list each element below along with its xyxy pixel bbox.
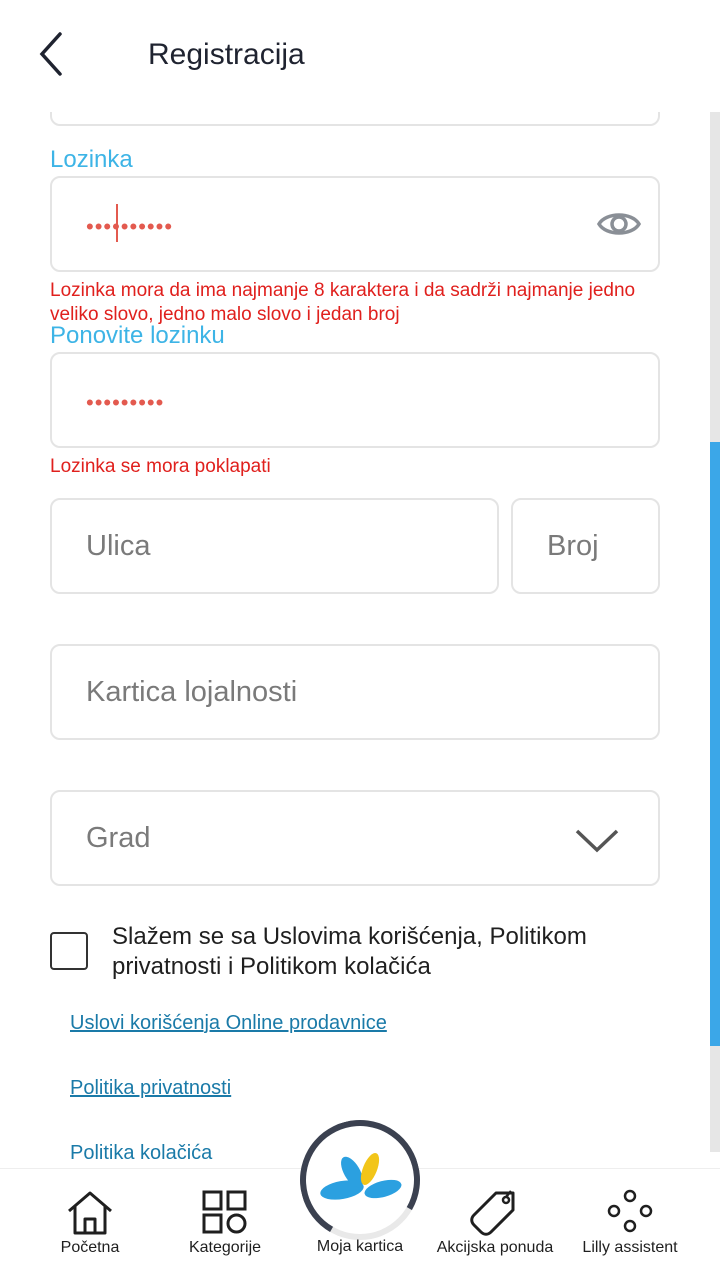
nav-label-categories: Kategorije — [188, 1239, 262, 1256]
terms-link[interactable]: Uslovi korišćenja Online prodavnice — [70, 1012, 387, 1035]
repeat-password-value: ••••••••• — [86, 390, 165, 415]
nav-label-assistant: Lilly assistent — [582, 1239, 678, 1256]
city-select[interactable]: Grad — [50, 790, 660, 886]
street-placeholder: Ulica — [86, 530, 151, 562]
nav-item-promotions[interactable]: Akcijska ponuda — [426, 1169, 564, 1281]
nav-item-categories[interactable]: Kategorije — [165, 1169, 285, 1281]
loyalty-card-input[interactable]: Kartica lojalnosti — [50, 644, 660, 740]
nav-item-assistant[interactable]: Lilly assistent — [574, 1169, 686, 1281]
lilly-logo-icon — [320, 1153, 402, 1200]
repeat-password-label: Ponovite lozinku — [50, 322, 225, 349]
agree-text: Slažem se sa Uslovima korišćenja, Politi… — [112, 923, 587, 980]
back-arrow-icon[interactable] — [30, 28, 74, 80]
nav-label-promotions: Akcijska ponuda — [436, 1239, 554, 1256]
street-input[interactable]: Ulica — [50, 498, 499, 594]
number-input[interactable]: Broj — [511, 498, 660, 594]
chevron-down-icon — [575, 829, 619, 853]
categories-icon — [202, 1190, 247, 1234]
text-caret — [116, 204, 118, 242]
nav-label-my-card: Moja kartica — [316, 1238, 404, 1255]
page-title: Registracija — [148, 38, 305, 71]
cookies-link[interactable]: Politika kolačića — [70, 1142, 212, 1160]
repeat-password-field[interactable]: ••••••••• — [50, 352, 660, 448]
eye-icon[interactable] — [596, 204, 642, 244]
app-header: Registracija — [0, 0, 720, 112]
repeat-password-error: Lozinka se mora poklapati — [50, 456, 271, 477]
scrollbar-thumb[interactable] — [710, 442, 720, 1046]
number-placeholder: Broj — [547, 530, 599, 562]
nav-item-home[interactable]: Početna — [30, 1169, 150, 1281]
assistant-icon — [607, 1189, 653, 1233]
agree-checkbox[interactable] — [50, 932, 88, 970]
nav-label-home: Početna — [60, 1239, 120, 1256]
password-field[interactable]: •••••••••• — [50, 176, 660, 272]
home-icon — [68, 1191, 112, 1235]
registration-form: Lozinka •••••••••• Lozinka mora da ima n… — [0, 0, 720, 1160]
my-card-button[interactable] — [286, 1106, 434, 1254]
loyalty-card-placeholder: Kartica lojalnosti — [86, 676, 298, 708]
password-value: •••••••••• — [86, 214, 174, 239]
city-placeholder: Grad — [86, 822, 151, 854]
password-error: Lozinka mora da ima najmanje 8 karaktera… — [50, 280, 636, 325]
price-tag-icon — [470, 1190, 515, 1236]
password-label: Lozinka — [50, 146, 133, 173]
privacy-link[interactable]: Politika privatnosti — [70, 1077, 231, 1100]
